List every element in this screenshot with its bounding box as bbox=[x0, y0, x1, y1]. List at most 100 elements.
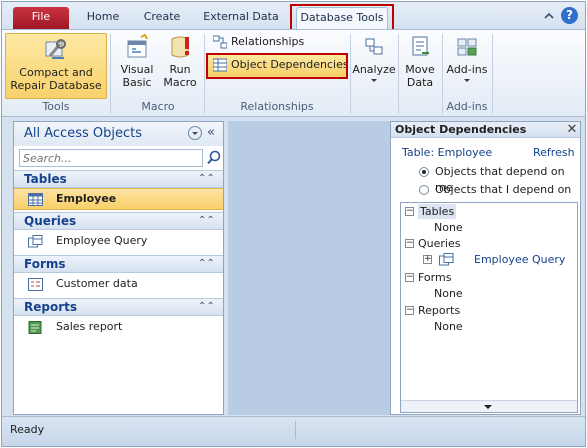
category-label: Forms bbox=[24, 257, 66, 271]
category-tables[interactable]: Tables ⌃⌃ bbox=[14, 170, 223, 188]
chevron-down-icon[interactable] bbox=[188, 126, 202, 140]
table-icon bbox=[28, 193, 43, 206]
category-queries[interactable]: Queries ⌃⌃ bbox=[14, 212, 223, 230]
chevron-up-icon: ⌃⌃ bbox=[198, 173, 215, 184]
collapse-icon[interactable]: − bbox=[405, 239, 414, 248]
access-window: File Home Create External Data Database … bbox=[1, 1, 586, 447]
chevron-up-icon: ⌃⌃ bbox=[198, 301, 215, 312]
move-data-label-1: Move bbox=[405, 63, 435, 76]
search-icon[interactable] bbox=[206, 149, 223, 167]
relationships-button[interactable]: Relationships bbox=[211, 33, 304, 51]
tree-node-none: None bbox=[434, 221, 463, 234]
object-dependencies-pane: Object Dependencies ✕ Table: Employee Re… bbox=[390, 121, 581, 415]
add-ins-button[interactable]: Add-ins bbox=[444, 33, 490, 82]
collapse-icon[interactable]: − bbox=[405, 273, 414, 282]
radio-i-depend-on[interactable]: Objects that I depend on bbox=[419, 182, 571, 198]
move-data-icon bbox=[412, 36, 429, 56]
group-separator bbox=[110, 34, 111, 114]
tab-home[interactable]: Home bbox=[80, 7, 126, 29]
radio-button[interactable] bbox=[419, 185, 429, 195]
dependencies-table-label: Table: Employee bbox=[402, 146, 493, 159]
analyze-label: Analyze bbox=[352, 63, 396, 76]
visual-basic-label-1: Visual bbox=[120, 63, 154, 76]
expand-icon[interactable]: + bbox=[423, 255, 432, 264]
nav-item-employee[interactable]: Employee bbox=[14, 188, 223, 210]
add-ins-dropdown-icon bbox=[464, 79, 470, 82]
run-macro-button[interactable]: Run Macro bbox=[159, 33, 201, 89]
search-field[interactable] bbox=[19, 149, 203, 167]
collapse-icon[interactable]: − bbox=[405, 207, 414, 216]
dependencies-pane-header: Object Dependencies ✕ bbox=[391, 122, 580, 138]
refresh-link[interactable]: Refresh bbox=[533, 146, 575, 159]
collapse-pane-icon[interactable]: « bbox=[207, 124, 221, 142]
collapse-icon[interactable]: − bbox=[405, 306, 414, 315]
nav-item-label: Employee bbox=[56, 192, 117, 205]
report-icon bbox=[28, 321, 42, 334]
tab-file[interactable]: File bbox=[13, 7, 69, 29]
category-label: Queries bbox=[24, 214, 77, 228]
navigation-pane-header[interactable]: All Access Objects « bbox=[14, 122, 223, 146]
relationships-label: Relationships bbox=[231, 35, 305, 48]
tree-node-forms[interactable]: Forms bbox=[418, 270, 451, 285]
help-icon[interactable]: ? bbox=[561, 7, 578, 24]
visual-basic-icon bbox=[127, 33, 148, 58]
visual-basic-label-2: Basic bbox=[122, 76, 152, 89]
group-separator bbox=[398, 34, 399, 114]
dependencies-pane-title: Object Dependencies bbox=[395, 123, 527, 136]
tree-scrollbar[interactable] bbox=[401, 400, 577, 412]
group-label-relationships: Relationships bbox=[240, 100, 314, 113]
ribbon: Compact and Repair Database Tools Visual… bbox=[2, 29, 585, 117]
document-workspace bbox=[228, 121, 390, 415]
category-label: Tables bbox=[24, 172, 67, 186]
compact-repair-icon bbox=[45, 39, 66, 59]
database-tools-highlight bbox=[290, 4, 394, 31]
group-separator bbox=[442, 34, 443, 114]
nav-item-sales-report[interactable]: Sales report bbox=[14, 317, 223, 339]
group-separator bbox=[204, 34, 205, 114]
search-input[interactable] bbox=[20, 150, 202, 166]
compact-repair-button[interactable]: Compact and Repair Database bbox=[5, 33, 107, 99]
tree-node-reports[interactable]: Reports bbox=[418, 303, 460, 318]
group-label-tools: Tools bbox=[42, 100, 70, 113]
analyze-dropdown-icon bbox=[371, 79, 377, 82]
status-text: Ready bbox=[10, 423, 45, 436]
radio-depend-on-me[interactable]: Objects that depend on me bbox=[419, 164, 580, 194]
close-icon[interactable]: ✕ bbox=[565, 122, 579, 137]
dependency-tree: − Tables None − Queries + Employee Query… bbox=[400, 202, 578, 413]
status-divider bbox=[295, 421, 296, 439]
add-ins-label: Add-ins bbox=[446, 63, 488, 76]
tree-node-employee-query[interactable]: Employee Query bbox=[474, 252, 565, 267]
run-macro-icon bbox=[171, 36, 189, 58]
radio-button-selected[interactable] bbox=[419, 167, 429, 177]
run-macro-label-2: Macro bbox=[163, 76, 197, 89]
group-label-macro: Macro bbox=[141, 100, 175, 113]
navigation-pane: All Access Objects « Tables ⌃⌃ Employee bbox=[13, 121, 224, 415]
minimize-ribbon-icon[interactable] bbox=[543, 10, 555, 22]
add-ins-icon bbox=[457, 38, 477, 56]
category-reports[interactable]: Reports ⌃⌃ bbox=[14, 298, 223, 316]
category-label: Reports bbox=[24, 300, 78, 314]
analyze-icon bbox=[365, 38, 383, 55]
tab-external-data[interactable]: External Data bbox=[198, 7, 284, 29]
nav-item-customer-data[interactable]: Customer data bbox=[14, 274, 223, 296]
chevron-up-icon: ⌃⌃ bbox=[198, 258, 215, 269]
tree-node-tables[interactable]: Tables bbox=[418, 204, 457, 219]
category-forms[interactable]: Forms ⌃⌃ bbox=[14, 255, 223, 273]
run-macro-label-1: Run bbox=[169, 63, 191, 76]
tab-create[interactable]: Create bbox=[137, 7, 187, 29]
relationships-icon bbox=[213, 35, 227, 49]
move-data-label-2: Data bbox=[406, 76, 434, 89]
group-label-add-ins: Add-ins bbox=[446, 100, 488, 113]
status-bar: Ready bbox=[2, 416, 585, 446]
nav-item-label: Customer data bbox=[56, 277, 138, 290]
nav-item-employee-query[interactable]: Employee Query bbox=[14, 231, 223, 253]
navigation-pane-title: All Access Objects bbox=[24, 126, 142, 141]
nav-item-label: Sales report bbox=[56, 320, 123, 333]
form-icon bbox=[28, 278, 43, 291]
visual-basic-button[interactable]: Visual Basic bbox=[116, 33, 158, 89]
move-data-button[interactable]: Move Data bbox=[400, 33, 440, 89]
nav-item-label: Employee Query bbox=[56, 234, 148, 247]
analyze-button[interactable]: Analyze bbox=[352, 33, 396, 82]
tree-node-queries[interactable]: Queries bbox=[418, 236, 460, 251]
object-dependencies-highlight bbox=[206, 53, 348, 79]
